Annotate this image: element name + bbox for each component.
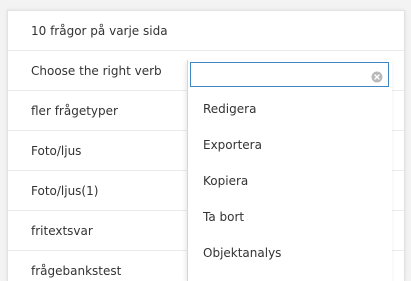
menu-item-exportera[interactable]: Exportera	[188, 127, 392, 163]
menu-item-objektanalys[interactable]: Objektanalys	[188, 235, 392, 271]
list-item-label: 10 frågor på varje sida	[31, 24, 168, 38]
list-item-label: frågebankstest	[31, 264, 122, 278]
clear-circle-icon[interactable]	[371, 68, 383, 83]
menu-item-redigera[interactable]: Redigera	[188, 91, 392, 127]
list-item-label: Choose the right verb	[31, 64, 162, 78]
dropdown-search-input[interactable]	[191, 63, 369, 86]
list-item[interactable]: 10 frågor på varje sida	[8, 11, 404, 51]
menu-item-kopiera[interactable]: Kopiera	[188, 163, 392, 199]
list-item-label: Foto/ljus	[31, 144, 82, 158]
list-item-label: fler frågetyper	[31, 104, 118, 118]
list-item-label: Foto/ljus(1)	[31, 184, 99, 198]
dropdown-search-box	[190, 62, 389, 87]
actions-dropdown: Redigera Exportera Kopiera Ta bort Objek…	[187, 60, 392, 281]
list-item-label: fritextsvar	[31, 224, 93, 238]
menu-item-ta-bort[interactable]: Ta bort	[188, 199, 392, 235]
